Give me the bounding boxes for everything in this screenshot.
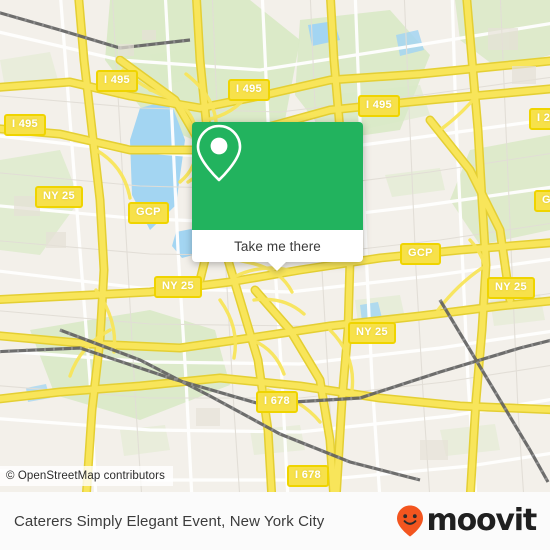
road-shield: I 495 [4,114,46,136]
moovit-wordmark: moovit [426,503,538,538]
road-shield: NY 25 [487,277,535,299]
road-shield: NY 25 [154,276,202,298]
road-shield: NY 25 [35,186,83,208]
road-shield: GCP [534,190,550,212]
moovit-pin-icon [396,505,423,537]
place-title: Caterers Simply Elegant Event, New York … [14,512,325,530]
take-me-there-button[interactable]: Take me there [192,230,363,262]
moovit-logo[interactable]: moovit [395,503,538,538]
road-shield: I 678 [287,465,329,487]
road-shield: I 495 [358,95,400,117]
road-shield: GCP [128,202,169,224]
road-shield: GCP [400,243,441,265]
road-shield: I 495 [96,70,138,92]
osm-attribution-label: © OpenStreetMap contributors [6,470,165,482]
road-shield: NY 25 [348,322,396,344]
road-shield: I 495 [228,79,270,101]
callout-tail [268,262,286,271]
map-screen: I 495 I 495 I 495 I 495 I 295 NY 25 GCP GCP GCP N… [0,0,550,550]
take-me-there-label: Take me there [234,238,321,254]
location-callout[interactable]: Take me there [192,122,363,271]
footer-bar: Caterers Simply Elegant Event, New York … [0,492,550,550]
road-shield: I 678 [256,391,298,413]
map-canvas[interactable]: I 495 I 495 I 495 I 495 I 295 NY 25 GCP GCP GCP N… [0,0,550,492]
callout-image-area [192,122,363,230]
map-pin-icon [196,124,242,182]
road-shield: I 295 [529,108,550,130]
osm-attribution[interactable]: © OpenStreetMap contributors [0,466,173,486]
